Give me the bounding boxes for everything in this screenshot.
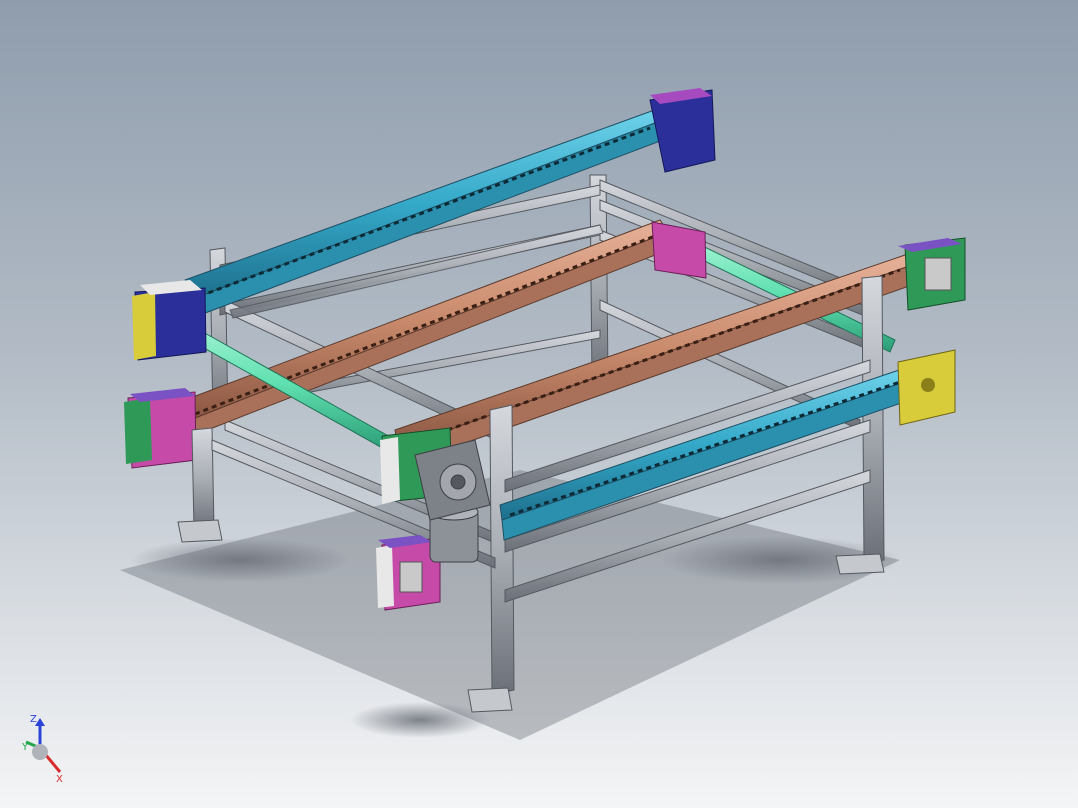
graphics-viewport[interactable]: Z Y X (0, 0, 1078, 808)
end-plate-navy-back-right[interactable] (649, 88, 716, 173)
conveyor-assembly-model[interactable] (0, 0, 1078, 808)
orientation-triad: Z Y X (21, 714, 63, 785)
z-axis-label: Z (30, 714, 37, 725)
end-plate-magenta-middle-left[interactable] (124, 388, 197, 469)
end-plate-yellow-front-right[interactable] (897, 349, 956, 426)
end-plate-navy-back-left[interactable] (132, 280, 207, 361)
end-plate-green-front-right[interactable] (898, 237, 966, 311)
end-plate-magenta-middle-right[interactable] (651, 221, 707, 279)
x-axis-label: X (56, 774, 63, 785)
triad-origin (32, 744, 48, 760)
y-axis-label: Y (21, 742, 29, 753)
